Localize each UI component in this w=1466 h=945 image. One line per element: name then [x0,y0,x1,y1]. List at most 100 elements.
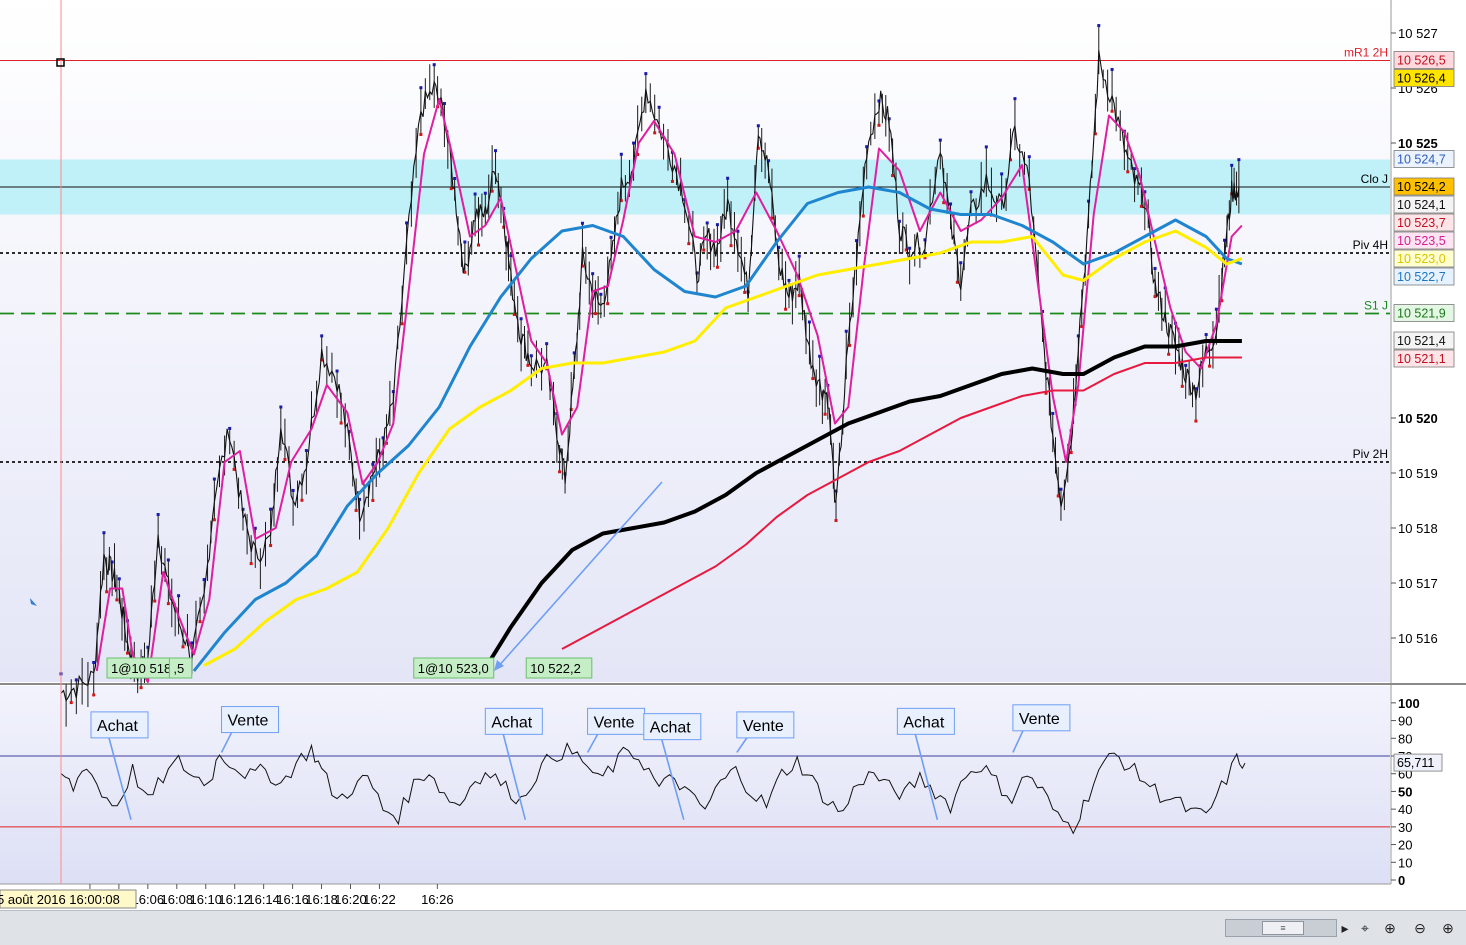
candle-low-dot [729,244,733,248]
zoom-out-icon[interactable]: ⊖ [1410,918,1430,938]
candle-high-dot [102,531,106,535]
callout-text: Achat [650,720,691,737]
price-flag-text: 10 524,7 [1397,153,1446,167]
price-tick-label: 10 517 [1398,576,1438,591]
osc-tick-label: 20 [1398,838,1412,853]
callout-text: Vente [228,713,269,730]
osc-tick-label: 80 [1398,731,1412,746]
candle-low-dot [153,599,157,603]
time-cursor-label: 5 août 2016 16:00:08 [0,889,137,909]
candle-high-dot [419,86,423,90]
zoom-in-icon[interactable]: ⊕ [1438,918,1458,938]
candle-high-dot [1013,97,1017,101]
candle-low-dot [687,242,691,246]
callout-text: Vente [1019,711,1060,728]
candle-low-dot [653,131,657,135]
time-tick-label: 16:12 [218,892,251,907]
candle-high-dot [156,512,160,516]
candle-low-dot [354,508,358,512]
candle-low-dot [449,187,453,191]
candle-high-dot [632,141,636,145]
candle-high-dot [807,320,811,324]
candle-high-dot [483,191,487,195]
scrollbar-thumb[interactable]: ≡ [1262,921,1304,935]
candle-low-dot [861,214,865,218]
candle-low-dot [125,651,129,655]
candle-high-dot [117,577,121,581]
callout-text: Achat [491,714,532,731]
candle-low-dot [419,133,423,137]
zoom-fit-icon[interactable]: ⊕ [1380,918,1400,938]
candle-low-dot [702,248,706,252]
time-tick-label: 16:16 [276,892,309,907]
candle-high-dot [291,488,295,492]
callout-text: Vente [594,714,635,731]
candle-high-dot [1153,266,1157,270]
candle-high-dot [580,221,584,225]
osc-tick-label: 50 [1398,784,1412,799]
candle-high-dot [212,477,216,481]
candle-high-dot [599,292,603,296]
order-label-text: 1@10 523,0 [418,661,489,676]
price-flag-text: 10 521,9 [1397,307,1446,321]
price-flag-text: 10 523,0 [1397,252,1446,266]
price-flag-text: 10 523,5 [1397,234,1446,248]
time-tick-label: 16:22 [363,892,396,907]
candle-low-dot [1180,384,1184,388]
price-flag-text: 10 522,7 [1397,270,1446,284]
order-label-text: 10 522,2 [530,661,581,676]
candle-low-dot [606,302,610,306]
price-flag-text: 10 524,1 [1397,198,1446,212]
price-tick-label: 10 520 [1398,411,1438,426]
candle-high-dot [591,272,595,276]
candle-low-dot [848,343,852,347]
candle-high-dot [494,149,498,153]
candle-high-dot [715,223,719,227]
candle-high-dot [463,240,467,244]
candle-high-dot [1204,333,1208,337]
price-tick-label: 10 525 [1398,136,1438,151]
candle-low-dot [593,312,597,316]
scroll-right-icon[interactable]: ▸ [1335,918,1355,938]
candle-low-dot [1126,170,1130,174]
candle-low-dot [891,174,895,178]
crosshair-zoom-icon[interactable]: ⌖ [1355,918,1375,938]
candle-high-dot [1184,363,1188,367]
candle-low-dot [670,179,674,183]
candle-low-dot [784,307,788,311]
candle-high-dot [371,462,375,466]
candle-low-dot [823,412,827,416]
callout-text: Achat [97,718,138,735]
price-flag-text: 10 524,2 [1397,180,1446,194]
candle-low-dot [1167,352,1171,356]
candle-low-dot [400,322,404,326]
osc-tick-label: 100 [1398,696,1420,711]
candle-high-dot [844,329,848,333]
candle-high-dot [609,235,613,239]
candle-high-dot [228,426,232,430]
candle-low-dot [339,421,343,425]
osc-tick-label: 30 [1398,820,1412,835]
callout-text: Vente [743,718,784,735]
osc-tick-label: 10 [1398,855,1412,870]
price-flag-text: 10 521,1 [1397,352,1446,366]
candle-high-dot [1051,411,1055,415]
osc-tick-label: 90 [1398,714,1412,729]
candle-high-dot [984,145,988,149]
candle-low-dot [166,602,170,606]
candle-high-dot [545,342,549,346]
price-flag-text: 10 521,4 [1397,334,1446,348]
time-tick-label: 16:26 [421,892,454,907]
order-label-text: ,5 [173,661,184,676]
time-tick-label: 16:08 [161,892,194,907]
candle-high-dot [453,177,457,181]
candle-low-dot [715,265,719,269]
candle-low-dot [811,377,815,381]
candle-high-dot [949,202,953,206]
candle-high-dot [657,105,661,109]
candle-high-dot [320,334,324,338]
level-label: S1 J [1364,299,1388,313]
time-tick-label: 16:18 [305,892,338,907]
candle-low-dot [797,294,801,298]
candle-low-dot [371,498,375,502]
